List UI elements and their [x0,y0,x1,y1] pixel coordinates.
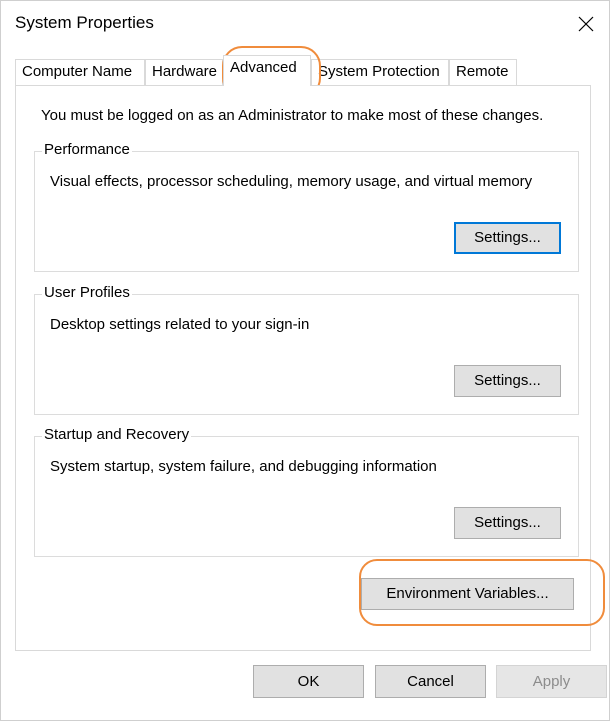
performance-settings-button[interactable]: Settings... [454,222,561,254]
startup-recovery-title: Startup and Recovery [42,426,192,443]
performance-title: Performance [42,141,132,158]
ok-button[interactable]: OK [253,665,364,698]
advanced-tab-panel: You must be logged on as an Administrato… [15,85,591,651]
user-profiles-settings-button[interactable]: Settings... [454,365,561,397]
tab-system-protection[interactable]: System Protection [311,59,449,85]
startup-recovery-description: System startup, system failure, and debu… [50,458,437,475]
performance-description: Visual effects, processor scheduling, me… [50,173,533,190]
system-properties-window: System Properties Computer Name Hardware… [0,0,610,721]
startup-recovery-group: Startup and Recovery System startup, sys… [34,426,579,557]
admin-note: You must be logged on as an Administrato… [41,107,544,124]
performance-group: Performance Visual effects, processor sc… [34,141,579,272]
apply-button[interactable]: Apply [496,665,607,698]
user-profiles-description: Desktop settings related to your sign-in [50,316,310,333]
title-bar: System Properties [1,1,609,47]
window-title: System Properties [15,13,154,32]
tab-advanced[interactable]: Advanced [223,55,311,86]
startup-recovery-settings-button[interactable]: Settings... [454,507,561,539]
close-button[interactable] [563,1,609,47]
user-profiles-title: User Profiles [42,284,132,301]
user-profiles-group: User Profiles Desktop settings related t… [34,284,579,415]
tab-hardware[interactable]: Hardware [145,59,223,85]
close-icon [578,16,594,32]
tab-computer-name[interactable]: Computer Name [15,59,145,85]
cancel-button[interactable]: Cancel [375,665,486,698]
environment-variables-button[interactable]: Environment Variables... [361,578,574,610]
tab-remote[interactable]: Remote [449,59,517,85]
